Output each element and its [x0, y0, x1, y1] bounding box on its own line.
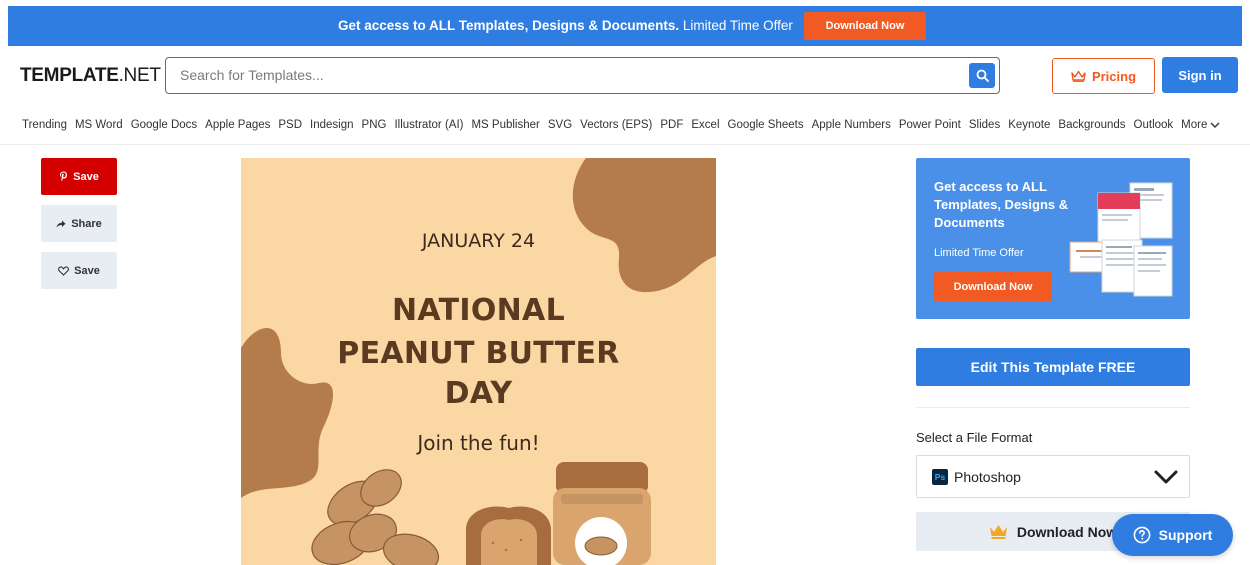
search-icon — [976, 69, 989, 82]
heart-icon — [58, 265, 70, 276]
file-format-select[interactable]: Ps Photoshop — [916, 455, 1190, 498]
category-link[interactable]: Excel — [691, 119, 719, 131]
preview-subtitle: Join the fun! — [417, 431, 540, 455]
preview-title-line1: NATIONAL — [392, 293, 565, 328]
category-link[interactable]: PNG — [362, 119, 387, 131]
category-link[interactable]: Apple Numbers — [812, 119, 891, 131]
ad-headline: Get access to ALL Templates, Designs & D… — [934, 179, 1069, 231]
promo-text: Get access to ALL Templates, Designs & D… — [338, 18, 793, 33]
pricing-button[interactable]: Pricing — [1052, 58, 1155, 94]
category-link[interactable]: PSD — [278, 119, 302, 131]
promo-text-rest: Limited Time Offer — [679, 18, 793, 33]
category-link[interactable]: Trending — [22, 119, 67, 131]
header-divider — [0, 144, 1250, 145]
site-logo[interactable]: TEMPLATE.NET — [20, 65, 161, 87]
chevron-down-icon — [1210, 122, 1220, 128]
sidebar-divider — [916, 407, 1190, 408]
pricing-label: Pricing — [1091, 68, 1137, 84]
category-link[interactable]: Outlook — [1134, 119, 1174, 131]
category-link[interactable]: Keynote — [1008, 119, 1050, 131]
category-link[interactable]: Google Docs — [131, 119, 197, 131]
pinterest-save-button[interactable]: Save — [41, 158, 117, 195]
ad-subtext: Limited Time Offer — [934, 247, 1024, 259]
category-link[interactable]: Google Sheets — [728, 119, 804, 131]
crown-icon — [1071, 70, 1086, 82]
category-link[interactable]: Backgrounds — [1058, 119, 1125, 131]
share-arrow-icon — [56, 220, 66, 227]
logo-rest: .NET — [118, 65, 161, 86]
category-link[interactable]: Apple Pages — [205, 119, 270, 131]
edit-template-button[interactable]: Edit This Template FREE — [916, 348, 1190, 386]
share-label: Share — [71, 217, 102, 230]
file-format-value: Photoshop — [954, 469, 1021, 485]
peanut-illustration — [311, 469, 440, 565]
crown-icon — [989, 525, 1007, 539]
signin-button[interactable]: Sign in — [1162, 57, 1238, 93]
question-circle-icon — [1133, 526, 1151, 544]
bread-illustration — [466, 506, 551, 565]
favorite-save-button[interactable]: Save — [41, 252, 117, 289]
search-box — [165, 57, 1000, 94]
share-button[interactable]: Share — [41, 205, 117, 242]
search-input[interactable] — [180, 67, 940, 83]
preview-title-line2: PEANUT BUTTER — [337, 336, 620, 371]
promo-ad-card[interactable]: Get access to ALL Templates, Designs & D… — [916, 158, 1190, 319]
category-nav: Trending MS Word Google Docs Apple Pages PSD… — [22, 119, 1220, 131]
photoshop-icon: Ps — [932, 469, 948, 485]
support-label: Support — [1158, 527, 1213, 543]
chevron-down-icon — [1154, 470, 1178, 484]
download-label: Download Now — [1016, 523, 1118, 540]
favorite-save-label: Save — [74, 264, 100, 277]
pinterest-save-label: Save — [73, 170, 99, 183]
category-link[interactable]: Indesign — [310, 119, 353, 131]
category-link[interactable]: MS Word — [75, 119, 123, 131]
promo-download-button[interactable]: Download Now — [804, 12, 926, 40]
category-link[interactable]: PDF — [660, 119, 683, 131]
preview-title-line3: DAY — [444, 376, 513, 411]
category-link[interactable]: Vectors (EPS) — [580, 119, 652, 131]
category-link[interactable]: Power Point — [899, 119, 961, 131]
support-button[interactable]: Support — [1112, 514, 1233, 556]
pinterest-icon — [60, 171, 68, 182]
document-stack-illustration — [1069, 182, 1173, 297]
preview-date: JANUARY 24 — [421, 230, 536, 252]
category-more-dropdown[interactable]: More — [1181, 119, 1220, 131]
category-more-label: More — [1181, 119, 1208, 131]
logo-bold: TEMPLATE — [20, 65, 119, 86]
category-link[interactable]: SVG — [548, 119, 572, 131]
search-button[interactable] — [969, 63, 995, 88]
peanut-butter-jar-illustration — [553, 462, 651, 565]
file-format-label: Select a File Format — [916, 430, 1033, 445]
promo-text-bold: Get access to ALL Templates, Designs & D… — [338, 18, 680, 33]
category-link[interactable]: MS Publisher — [471, 119, 539, 131]
ad-download-button[interactable]: Download Now — [934, 272, 1052, 301]
promo-banner: Get access to ALL Templates, Designs & D… — [8, 6, 1242, 46]
category-link[interactable]: Illustrator (AI) — [394, 119, 463, 131]
category-link[interactable]: Slides — [969, 119, 1000, 131]
template-preview[interactable]: JANUARY 24 NATIONAL PEANUT BUTTER DAY Jo… — [241, 158, 716, 565]
